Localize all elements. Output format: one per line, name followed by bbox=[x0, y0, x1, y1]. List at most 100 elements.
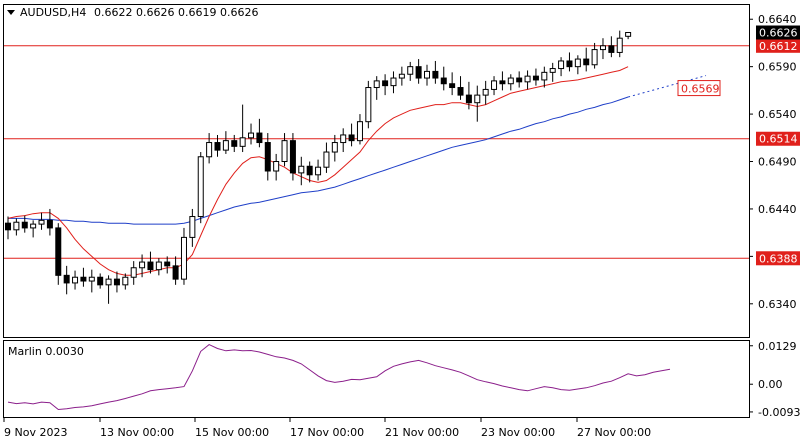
candle-body-41 bbox=[348, 134, 355, 142]
candle-body-20 bbox=[172, 265, 179, 280]
time-tick-label-2: 15 Nov 00:00 bbox=[195, 426, 269, 439]
time-tick-label-4: 21 Nov 00:00 bbox=[385, 426, 459, 439]
time-tick-label-3: 17 Nov 00:00 bbox=[290, 426, 364, 439]
marlin-axis: 0.0129 0.00 -0.0093 bbox=[749, 340, 800, 419]
candle-body-55 bbox=[465, 94, 472, 104]
candle-body-11 bbox=[97, 276, 104, 286]
candle-body-40 bbox=[340, 134, 347, 144]
candle-body-9 bbox=[80, 276, 87, 282]
candle-body-8 bbox=[72, 276, 79, 284]
time-tick-label-1: 13 Nov 00:00 bbox=[100, 426, 174, 439]
candle-body-16 bbox=[139, 261, 146, 269]
candle-body-35 bbox=[298, 165, 305, 174]
price-tick-label-2: 0.6540 bbox=[758, 108, 797, 121]
candle-body-52 bbox=[440, 77, 447, 85]
level-price-label-0: 0.6612 bbox=[759, 40, 798, 53]
candle-body-54 bbox=[457, 87, 464, 96]
candle-body-2 bbox=[21, 221, 28, 229]
candle-body-48 bbox=[407, 66, 414, 75]
candle-body-64 bbox=[541, 71, 548, 81]
candle-body-45 bbox=[382, 80, 389, 87]
candle-body-25 bbox=[214, 142, 221, 151]
marlin-path bbox=[7, 344, 671, 411]
marlin-tick-label-0: 0.0129 bbox=[758, 340, 797, 353]
candle-body-57 bbox=[482, 88, 489, 96]
candle-body-46 bbox=[390, 77, 397, 87]
candle-body-19 bbox=[164, 261, 171, 267]
time-tick-label-6: 27 Nov 00:00 bbox=[577, 426, 651, 439]
candle-body-37 bbox=[315, 166, 322, 176]
collapse-triangle-icon[interactable] bbox=[7, 10, 15, 15]
marlin-label: Marlin 0.0030 bbox=[8, 345, 84, 358]
candle-body-70 bbox=[591, 49, 598, 66]
candle-body-49 bbox=[415, 66, 422, 79]
price-tick-label-3: 0.6490 bbox=[758, 156, 797, 169]
candle-body-6 bbox=[55, 227, 62, 276]
candle-body-58 bbox=[491, 80, 498, 90]
marlin-tick-label-1: 0.00 bbox=[758, 378, 783, 391]
candle-body-0 bbox=[5, 222, 11, 231]
price-axis[interactable]: 0.66400.65900.65400.64900.64400.63900.63… bbox=[749, 13, 800, 311]
candle-body-17 bbox=[147, 261, 154, 271]
candle-body-27 bbox=[231, 140, 238, 147]
ma-target-label: 0.6569 bbox=[627, 75, 721, 98]
candle-body-12 bbox=[105, 278, 112, 286]
price-tick-label-6: 0.6340 bbox=[758, 298, 797, 311]
candle-body-34 bbox=[289, 140, 296, 174]
price-tick-label-1: 0.6590 bbox=[758, 61, 797, 74]
candle-body-51 bbox=[432, 70, 439, 79]
candle-body-32 bbox=[273, 161, 280, 172]
candle-body-1 bbox=[13, 221, 20, 231]
indicator-frame bbox=[3, 340, 750, 418]
marlin-tick-label-2: -0.0093 bbox=[758, 406, 800, 419]
candle-body-3 bbox=[30, 223, 37, 229]
candle-body-29 bbox=[248, 132, 255, 139]
time-tick-label-0: 9 Nov 2023 bbox=[4, 426, 67, 439]
candle-body-60 bbox=[507, 77, 514, 85]
candle-body-23 bbox=[197, 156, 204, 218]
ma-target-text: 0.6569 bbox=[681, 83, 720, 96]
candle-body-18 bbox=[155, 261, 162, 271]
candle-body-24 bbox=[206, 142, 213, 158]
candle-body-53 bbox=[449, 83, 456, 89]
level-price-label-1: 0.6514 bbox=[759, 133, 798, 146]
candle-body-42 bbox=[356, 121, 363, 142]
price-tick-label-0: 0.6640 bbox=[758, 13, 797, 26]
main-chart-frame bbox=[3, 4, 750, 338]
candle-body-5 bbox=[46, 219, 53, 229]
current-price-label: 0.6626 bbox=[759, 27, 798, 40]
candle-body-74 bbox=[625, 32, 632, 37]
candle-body-73 bbox=[616, 37, 623, 53]
candle-body-63 bbox=[532, 75, 539, 81]
candle-body-72 bbox=[608, 45, 615, 53]
price-chart[interactable]: AUDUSD,H4 0.6622 0.6626 0.6619 0.6626 Ma… bbox=[0, 0, 809, 443]
candle-body-7 bbox=[63, 274, 70, 284]
candle-body-28 bbox=[239, 137, 246, 147]
ohlc-readout: 0.6622 0.6626 0.6619 0.6626 bbox=[94, 6, 258, 19]
candle-body-36 bbox=[306, 165, 313, 176]
candle-body-4 bbox=[38, 219, 45, 225]
candle-body-66 bbox=[558, 60, 565, 70]
candle-body-67 bbox=[566, 60, 573, 68]
candle-body-33 bbox=[281, 140, 288, 163]
candle-body-68 bbox=[574, 58, 581, 68]
candle-body-71 bbox=[599, 45, 606, 51]
candle-body-21 bbox=[180, 236, 187, 280]
candle-body-69 bbox=[583, 58, 590, 66]
candle-body-43 bbox=[365, 87, 372, 123]
candle-body-15 bbox=[130, 267, 137, 278]
candle-body-59 bbox=[499, 80, 506, 85]
candle-body-44 bbox=[373, 80, 380, 89]
candle-body-13 bbox=[113, 278, 120, 286]
candle-body-31 bbox=[264, 142, 271, 172]
marlin-line bbox=[7, 344, 671, 411]
time-axis[interactable]: 9 Nov 2023 13 Nov 00:00 15 Nov 00:00 17 Nov… bbox=[3, 418, 651, 439]
candle-body-14 bbox=[122, 276, 129, 286]
candle-body-50 bbox=[424, 70, 430, 79]
candle-body-47 bbox=[398, 73, 405, 79]
candle-body-26 bbox=[222, 140, 229, 151]
candle-body-10 bbox=[88, 276, 95, 282]
candle-body-39 bbox=[331, 142, 338, 153]
level-price-label-2: 0.6388 bbox=[759, 252, 798, 265]
price-tick-label-4: 0.6440 bbox=[758, 203, 797, 216]
